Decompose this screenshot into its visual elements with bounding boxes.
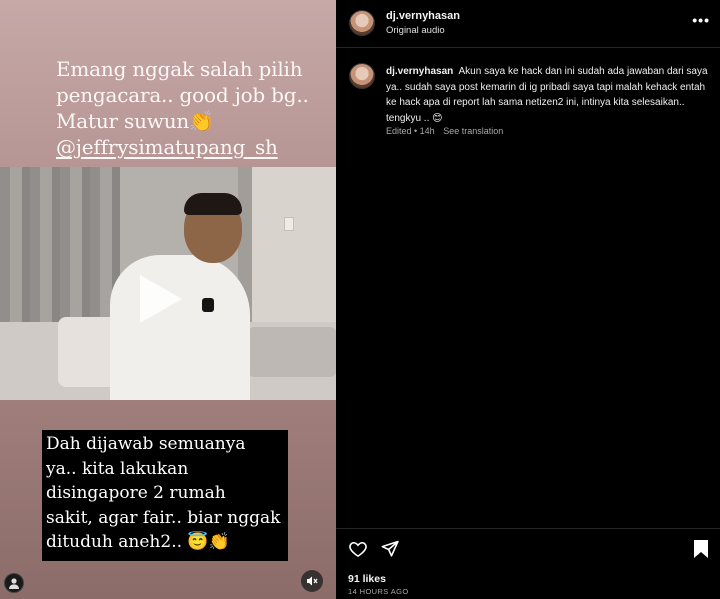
play-icon[interactable] (140, 275, 182, 323)
video-frame[interactable] (0, 167, 336, 400)
header-username[interactable]: dj.vernyhasan (386, 10, 460, 22)
avatar[interactable] (349, 63, 375, 89)
lawyer-handle: @jeffrysimatupang_sh (56, 135, 278, 159)
sofa-cushion (248, 327, 336, 377)
post-header: dj.vernyhasan Original audio ••• (336, 0, 720, 48)
likes-count[interactable]: 91 likes (348, 573, 386, 585)
bookmark-icon[interactable] (692, 539, 710, 559)
top-caption-line: Emang nggak salah pilih (56, 57, 303, 81)
user-icon[interactable] (4, 573, 24, 593)
light-switch (284, 217, 294, 231)
speaker-muted-icon[interactable] (301, 570, 323, 592)
top-caption-line: pengacara.. good job bg.. (56, 83, 309, 107)
bottom-caption-line: disingapore 2 rumah (46, 483, 226, 503)
comment-text: dj.vernyhasan Akun saya ke hack dan ini … (386, 64, 711, 126)
reel-media[interactable]: Emang nggak salah pilih pengacara.. good… (0, 0, 336, 599)
pillow (58, 317, 118, 387)
lapel-mic (202, 298, 214, 312)
top-caption: Emang nggak salah pilih pengacara.. good… (56, 56, 316, 160)
post-info-panel: dj.vernyhasan Original audio ••• dj.vern… (336, 0, 720, 599)
see-translation-link[interactable]: See translation (443, 126, 503, 136)
bottom-caption-line: dituduh aneh2.. 😇👏 (46, 532, 230, 552)
person-hair (184, 193, 242, 215)
paper-plane-icon[interactable] (380, 539, 400, 559)
comment-username[interactable]: dj.vernyhasan (386, 66, 453, 77)
bottom-caption-line: sakit, agar fair.. biar nggak (46, 507, 281, 528)
bottom-caption-line: Dah dijawab semuanya (46, 434, 246, 454)
audio-label[interactable]: Original audio (386, 25, 445, 36)
bottom-caption: Dah dijawab semuanya ya.. kita lakukan d… (42, 430, 288, 561)
avatar[interactable] (349, 10, 375, 36)
bottom-caption-line: ya.. kita lakukan (46, 458, 189, 479)
post-time: 14 HOURS AGO (348, 587, 409, 596)
action-bar: 91 likes 14 HOURS AGO (336, 528, 720, 599)
comment-meta: Edited • 14h See translation (386, 126, 509, 136)
top-caption-line: Matur suwun👏 (56, 109, 214, 133)
edited-timestamp: Edited • 14h (386, 126, 435, 136)
more-horizontal-icon[interactable]: ••• (692, 12, 710, 28)
heart-icon[interactable] (348, 539, 368, 559)
